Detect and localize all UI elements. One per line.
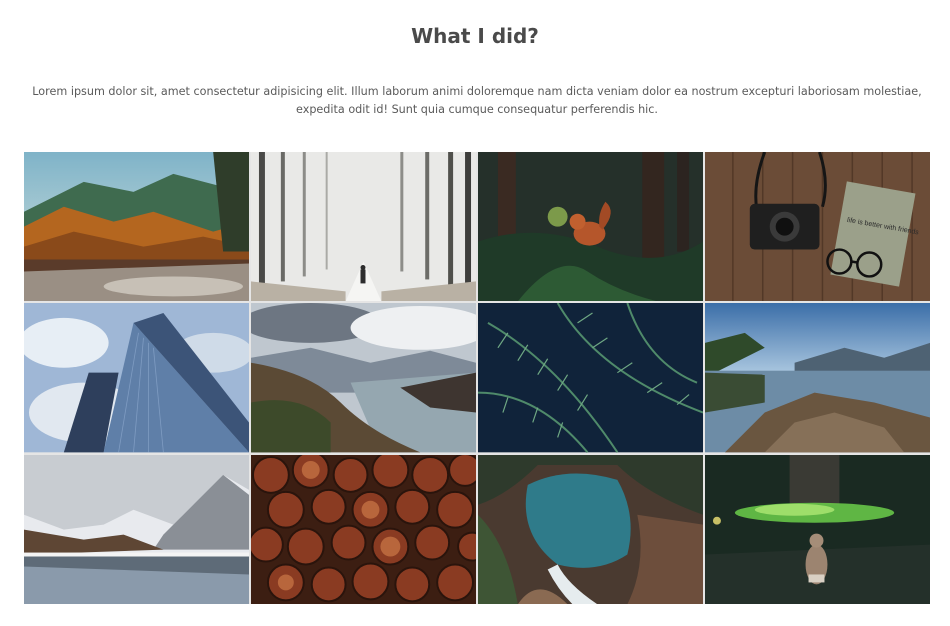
section-title: What I did? [411, 24, 539, 48]
foggy-forest-walker-photo [251, 152, 476, 302]
camera-notebook-glasses-photo: life is better with friends [705, 152, 930, 302]
gallery-item-chipmunk[interactable] [705, 454, 930, 604]
autumn-mountain-river-photo [24, 152, 249, 302]
gallery-item-snowy-mountain[interactable] [24, 454, 249, 604]
gallery-item-fern[interactable] [478, 303, 703, 453]
photo-gallery: life is better with friends [24, 152, 930, 604]
mountain-valley-lake-photo [251, 303, 476, 453]
gallery-item-foggy-forest[interactable] [251, 152, 476, 302]
lake-rocky-shore-photo [705, 303, 930, 453]
gallery-item-mountain-valley[interactable] [251, 303, 476, 453]
log-pile-photo [251, 454, 476, 604]
gallery-item-squirrel[interactable] [478, 152, 703, 302]
fern-leaves-photo [478, 303, 703, 453]
glass-skyscraper-photo [24, 303, 249, 453]
squirrel-forest-photo [478, 152, 703, 302]
section-description: Lorem ipsum dolor sit, amet consectetur … [32, 85, 922, 116]
gallery-item-camera-notebook[interactable]: life is better with friends [705, 152, 930, 302]
canyon-river-aerial-photo [478, 454, 703, 604]
chipmunk-bokeh-photo [705, 454, 930, 604]
gallery-item-lake-shore[interactable] [705, 303, 930, 453]
gallery-item-canyon-river[interactable] [478, 454, 703, 604]
gallery-item-autumn-mountain-river[interactable] [24, 152, 249, 302]
gallery-item-log-pile[interactable] [251, 454, 476, 604]
gallery-item-skyscraper[interactable] [24, 303, 249, 453]
snowy-mountain-lake-photo [24, 454, 249, 604]
